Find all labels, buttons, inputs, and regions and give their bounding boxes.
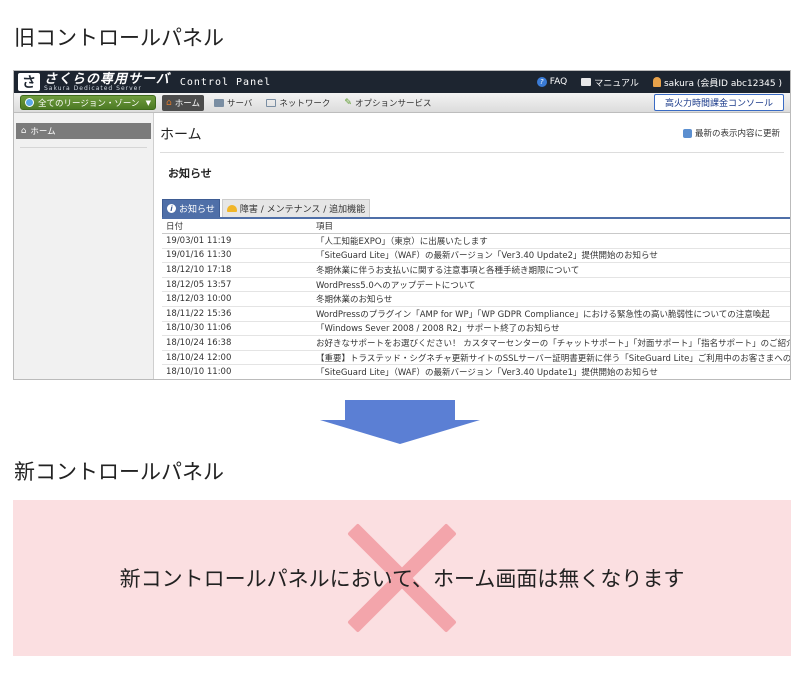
logo-subtitle: Sakura Dedicated Server (44, 84, 142, 92)
table-row[interactable]: 18/12/03 10:00 冬期休業のお知らせ (162, 292, 790, 307)
refresh-link[interactable]: 最新の表示内容に更新 (682, 127, 780, 139)
notice-section-title: お知らせ (168, 167, 212, 180)
old-panel-heading: 旧コントロールパネル (14, 26, 224, 50)
row-item-link[interactable]: WordPress5.0へのアップデートについて (312, 279, 790, 291)
down-arrow-icon (320, 400, 480, 444)
globe-icon (25, 98, 34, 107)
nav-tab-home-label: ホーム (174, 98, 200, 109)
row-date: 19/01/16 11:30 (166, 250, 232, 261)
old-control-panel-screenshot: さ さくらの専用サーバ Sakura Dedicated Server Cont… (13, 70, 791, 380)
refresh-label: 最新の表示内容に更新 (694, 129, 780, 139)
top-bar: さ さくらの専用サーバ Sakura Dedicated Server Cont… (14, 71, 790, 93)
home-icon: ⌂ (166, 97, 172, 108)
main-content: ホーム 最新の表示内容に更新 お知らせ i お知らせ 障害 / メンテナンス / … (154, 113, 790, 379)
tab-notices[interactable]: i お知らせ (162, 199, 220, 217)
table-row[interactable]: 19/01/16 11:30 「SiteGuard Lite」（WAF）の最新バー… (162, 249, 790, 264)
helmet-icon (226, 205, 237, 212)
row-item-link[interactable]: 「SiteGuard Lite」（WAF）の最新バージョン「Ver3.40 Up… (312, 249, 790, 261)
tab-notices-label: お知らせ (179, 205, 215, 215)
title-divider (160, 152, 784, 153)
row-date: 18/10/24 12:00 (166, 352, 232, 363)
nav-tab-network-label: ネットワーク (279, 98, 331, 109)
row-date: 19/03/01 11:19 (166, 235, 232, 246)
row-item-link[interactable]: お好きなサポートをお選びください！ カスタマーセンターの「チャットサポート」「対… (312, 337, 790, 349)
new-panel-heading: 新コントロールパネル (14, 460, 224, 484)
network-icon (266, 98, 277, 107)
user-label: sakura (会員ID abc12345 ) (663, 78, 782, 89)
body-area: ⌂ ホーム ホーム 最新の表示内容に更新 お知らせ i お知らせ 障害 / メンテ… (14, 113, 790, 379)
row-date: 18/12/10 17:18 (166, 264, 232, 275)
row-date: 18/10/24 16:38 (166, 337, 232, 348)
wrench-icon: ✎ (344, 97, 352, 108)
row-item-link[interactable]: 「SiteGuard Lite」（WAF）の最新バージョン「Ver3.40 Up… (312, 366, 790, 378)
sidebar: ⌂ ホーム (14, 113, 154, 379)
row-item-link[interactable]: 「Windows Sever 2008 / 2008 R2」サポート終了のお知ら… (312, 322, 790, 334)
row-date: 18/12/05 13:57 (166, 279, 232, 290)
manual-link[interactable]: マニュアル (581, 76, 639, 89)
logo-text: さくらの専用サーバ Sakura Dedicated Server (44, 73, 170, 92)
table-row[interactable]: 18/10/24 16:38 お好きなサポートをお選びください！ カスタマーセンタ… (162, 336, 790, 351)
table-row[interactable]: 18/10/24 12:00 【重要】トラステッド・シグネチャ更新サイトのSSLサ… (162, 351, 790, 366)
arrow-stem (345, 400, 455, 420)
sidebar-item-home-label: ホーム (30, 127, 56, 137)
row-item-link[interactable]: 【重要】トラステッド・シグネチャ更新サイトのSSLサーバー証明書更新に伴う「Si… (312, 352, 790, 364)
home-icon: ⌂ (21, 126, 27, 136)
sidebar-divider (20, 147, 147, 148)
server-icon (213, 98, 224, 107)
top-right-links: ? FAQ マニュアル sakura (会員ID abc12345 ) (536, 76, 782, 89)
app-title: Control Panel (179, 76, 272, 88)
row-item-link[interactable]: WordPressのプラグイン「AMP for WP」「WP GDPR Comp… (312, 308, 790, 320)
nav-tab-home[interactable]: ⌂ ホーム (162, 94, 204, 111)
row-date: 18/11/22 15:36 (166, 308, 232, 319)
user-icon (652, 77, 661, 87)
gpu-console-button[interactable]: 高火力時間課金コンソール (653, 94, 784, 111)
row-item-link[interactable]: 冬期休業に伴うお支払いに関する注意事項と各種手続き期限について (312, 264, 790, 276)
logo[interactable]: さ さくらの専用サーバ Sakura Dedicated Server (18, 73, 170, 92)
notice-table: 日付 項目 19/03/01 11:19 「人工知能EXPO」（東京）に出展いたし… (162, 217, 790, 379)
row-item-link[interactable]: 「人工知能EXPO」（東京）に出展いたします (312, 235, 790, 247)
tab-maintenance-label: 障害 / メンテナンス / 追加機能 (239, 205, 366, 215)
logo-mark: さ (18, 73, 40, 91)
table-row[interactable]: 18/12/05 13:57 WordPress5.0へのアップデートについて (162, 278, 790, 293)
nav-tab-server-label: サーバ (226, 98, 253, 109)
column-header-item: 項目 (316, 222, 334, 232)
nav-bar: 全てのリージョン・ゾーン ▼ ⌂ ホーム サーバ ネットワーク ✎ オプションサービ… (14, 93, 790, 113)
notice-tabs: i お知らせ 障害 / メンテナンス / 追加機能 (162, 199, 790, 217)
row-date: 18/10/30 11:06 (166, 323, 232, 334)
nav-tab-server[interactable]: サーバ (210, 95, 256, 111)
table-row[interactable]: 18/10/30 11:06 「Windows Sever 2008 / 2008… (162, 322, 790, 337)
column-header-date: 日付 (166, 222, 184, 232)
tab-maintenance[interactable]: 障害 / メンテナンス / 追加機能 (221, 199, 371, 217)
new-panel-message: 新コントロールパネルにおいて、ホーム画面は無くなります (119, 567, 685, 591)
new-panel-notice-box: 新コントロールパネルにおいて、ホーム画面は無くなります (13, 500, 791, 656)
chevron-down-icon: ▼ (145, 98, 151, 107)
faq-label: FAQ (549, 77, 568, 87)
arrow-head (320, 420, 480, 444)
nav-tab-network[interactable]: ネットワーク (262, 95, 334, 111)
row-date: 18/12/03 10:00 (166, 294, 232, 305)
table-row[interactable]: 18/11/22 15:36 WordPressのプラグイン「AMP for WP… (162, 307, 790, 322)
manual-label: マニュアル (594, 78, 639, 89)
faq-link[interactable]: ? FAQ (536, 77, 568, 87)
sidebar-item-home[interactable]: ⌂ ホーム (16, 123, 151, 139)
row-date: 18/10/10 11:00 (166, 367, 232, 378)
help-icon: ? (536, 77, 547, 87)
book-icon (581, 78, 592, 86)
nav-tab-options[interactable]: ✎ オプションサービス (340, 95, 435, 111)
table-row[interactable]: 19/03/01 11:19 「人工知能EXPO」（東京）に出展いたします (162, 234, 790, 249)
table-header: 日付 項目 (162, 219, 790, 234)
user-menu[interactable]: sakura (会員ID abc12345 ) (652, 76, 782, 89)
nav-tab-options-label: オプションサービス (354, 98, 432, 109)
refresh-icon (682, 128, 692, 138)
region-select-value: 全てのリージョン・ゾーン (38, 98, 140, 109)
row-item-link[interactable]: 冬期休業のお知らせ (312, 293, 790, 305)
table-row[interactable]: 18/10/10 11:00 「SiteGuard Lite」（WAF）の最新バー… (162, 365, 790, 379)
region-select[interactable]: 全てのリージョン・ゾーン ▼ (20, 95, 156, 110)
table-row[interactable]: 18/12/10 17:18 冬期休業に伴うお支払いに関する注意事項と各種手続き期… (162, 263, 790, 278)
info-icon: i (167, 204, 176, 213)
logo-title: さくらの専用サーバ (44, 71, 170, 87)
